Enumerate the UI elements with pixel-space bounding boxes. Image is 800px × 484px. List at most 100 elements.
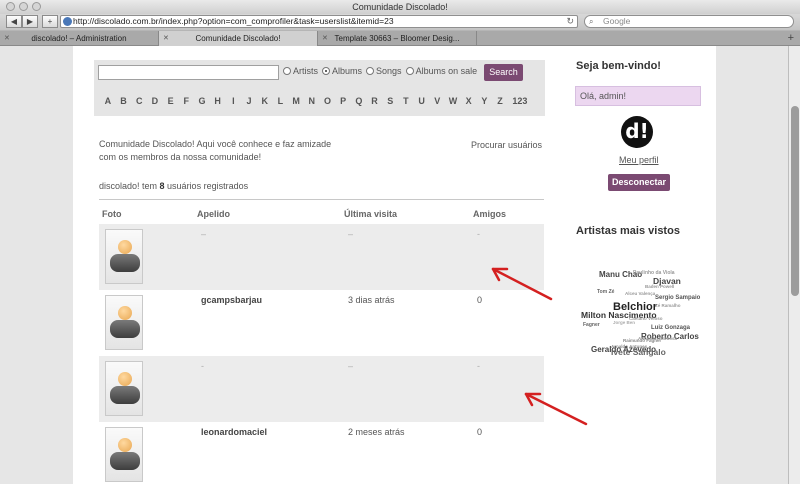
tab-template[interactable]: ✕ Template 30663 – Bloomer Desig... <box>318 31 477 46</box>
registered-prefix: discolado! tem <box>99 181 160 191</box>
radio-artists[interactable]: Artists <box>283 66 318 76</box>
discolado-logo: d! <box>621 116 653 148</box>
artist-tag[interactable]: Zé Ramalho <box>655 303 681 308</box>
user-friends: 0 <box>477 295 483 305</box>
add-bookmark-button[interactable]: + <box>42 15 58 28</box>
table-row[interactable]: - – - <box>99 356 544 422</box>
artist-tag[interactable]: Fagner <box>583 322 600 328</box>
user-nick: – <box>201 229 207 239</box>
artist-tag[interactable]: Ivete Sangalo <box>611 347 666 357</box>
artist-tag[interactable]: Raimundo Fagner <box>623 338 661 343</box>
letter-filter-l[interactable]: L <box>273 96 289 106</box>
close-tab-icon[interactable]: ✕ <box>163 31 169 46</box>
avatar[interactable] <box>105 427 143 482</box>
radio-albums-on-sale[interactable]: Albums on sale <box>405 66 478 76</box>
letter-filter-j[interactable]: J <box>241 96 257 106</box>
table-row[interactable]: leonardomaciel 2 meses atrás 0 <box>99 422 544 484</box>
globe-icon <box>63 17 72 26</box>
letter-filter-s[interactable]: S <box>382 96 398 106</box>
tab-administration[interactable]: ✕ discolado! – Administration <box>0 31 159 46</box>
forward-button[interactable]: ▶ <box>22 15 38 28</box>
letter-filter-q[interactable]: Q <box>351 96 367 106</box>
window-controls[interactable] <box>6 2 41 11</box>
radio-label: Albums on sale <box>415 66 478 76</box>
letter-filter-z[interactable]: Z <box>492 96 508 106</box>
artist-tag[interactable]: Jorge Ben <box>613 320 635 325</box>
close-window-button[interactable] <box>6 2 15 11</box>
music-search-input[interactable] <box>98 65 279 80</box>
new-tab-button[interactable]: + <box>477 31 800 45</box>
radio-label: Albums <box>332 66 363 76</box>
user-nick: - <box>201 361 204 371</box>
address-bar[interactable]: http://discolado.com.br/index.php?option… <box>60 15 578 28</box>
letter-filter-b[interactable]: B <box>116 96 132 106</box>
close-tab-icon[interactable]: ✕ <box>4 31 10 46</box>
artist-tag[interactable]: Alceu Valença <box>625 291 655 296</box>
scrollbar-thumb[interactable] <box>791 106 799 296</box>
close-tab-icon[interactable]: ✕ <box>322 31 328 46</box>
letter-filter-a[interactable]: A <box>100 96 116 106</box>
avatar[interactable] <box>105 295 143 350</box>
artist-tag[interactable]: Luiz Gonzaga <box>651 325 690 331</box>
browser-search-placeholder: Google <box>603 16 631 26</box>
minimize-window-button[interactable] <box>19 2 28 11</box>
letter-filter-g[interactable]: G <box>194 96 210 106</box>
radio-icon <box>366 67 375 75</box>
letter-filter-k[interactable]: K <box>257 96 273 106</box>
letter-filter-f[interactable]: F <box>178 96 194 106</box>
letter-filter-t[interactable]: T <box>398 96 414 106</box>
letter-filter-x[interactable]: X <box>461 96 477 106</box>
letter-filter-p[interactable]: P <box>335 96 351 106</box>
annotation-arrow-icon <box>524 392 588 426</box>
avatar[interactable] <box>105 229 143 284</box>
letter-filter-u[interactable]: U <box>414 96 430 106</box>
letter-filter-y[interactable]: Y <box>477 96 493 106</box>
letter-filter-o[interactable]: O <box>320 96 336 106</box>
letter-filter-r[interactable]: R <box>367 96 383 106</box>
letter-filter-m[interactable]: M <box>288 96 304 106</box>
user-nick[interactable]: leonardomaciel <box>201 427 267 437</box>
address-bar-url: http://discolado.com.br/index.php?option… <box>73 16 394 26</box>
letter-filter-c[interactable]: C <box>131 96 147 106</box>
avatar-head-icon <box>118 438 132 452</box>
browser-search-input[interactable]: ⌕ Google <box>584 15 794 28</box>
artist-tag[interactable]: Tom Zé <box>597 289 614 295</box>
radio-songs[interactable]: Songs <box>366 66 402 76</box>
search-button[interactable]: Search <box>484 64 523 81</box>
window-title: Comunidade Discolado! <box>352 2 448 12</box>
artist-tag[interactable]: Sergio Sampaio <box>655 295 700 301</box>
user-last-visit: 2 meses atrás <box>348 427 405 437</box>
letter-filter-v[interactable]: V <box>429 96 445 106</box>
logout-button[interactable]: Desconectar <box>608 174 670 191</box>
artist-tag[interactable]: Baden Powell <box>645 284 674 289</box>
user-friends: 0 <box>477 427 483 437</box>
search-users-link[interactable]: Procurar usuários <box>471 140 542 150</box>
radio-selected-icon <box>322 67 331 75</box>
radio-albums[interactable]: Albums <box>322 66 362 76</box>
alphabet-filter: A B C D E F G H I J K L M N O P Q R S T U V W X Y Z 123 <box>100 96 532 106</box>
music-search-panel: Artists Albums Songs Albums on sale Sear… <box>94 60 545 116</box>
browser-toolbar: ◀ ▶ + http://discolado.com.br/index.php?… <box>0 14 800 30</box>
letter-filter-e[interactable]: E <box>163 96 179 106</box>
letter-filter-d[interactable]: D <box>147 96 163 106</box>
tab-comunidade[interactable]: ✕ Comunidade Discolado! <box>159 31 318 46</box>
tab-label: Template 30663 – Bloomer Desig... <box>334 34 460 43</box>
profile-link[interactable]: Meu perfil <box>619 155 659 165</box>
table-row[interactable]: – – - <box>99 224 544 290</box>
table-row[interactable]: gcampsbarjau 3 dias atrás 0 <box>99 290 544 356</box>
vertical-scrollbar[interactable] <box>788 46 800 484</box>
letter-filter-h[interactable]: H <box>210 96 226 106</box>
avatar[interactable] <box>105 361 143 416</box>
radio-label: Artists <box>293 66 319 76</box>
back-button[interactable]: ◀ <box>6 15 22 28</box>
user-nick[interactable]: gcampsbarjau <box>201 295 262 305</box>
zoom-window-button[interactable] <box>32 2 41 11</box>
letter-filter-w[interactable]: W <box>445 96 461 106</box>
letter-filter-123[interactable]: 123 <box>508 96 532 106</box>
window-titlebar: Comunidade Discolado! <box>0 0 800 14</box>
reload-icon[interactable]: ↻ <box>566 16 574 27</box>
registered-count: discolado! tem 8 usuários registrados <box>99 181 248 191</box>
letter-filter-n[interactable]: N <box>304 96 320 106</box>
letter-filter-i[interactable]: I <box>226 96 242 106</box>
header-ultima-visita: Última visita <box>344 209 398 219</box>
